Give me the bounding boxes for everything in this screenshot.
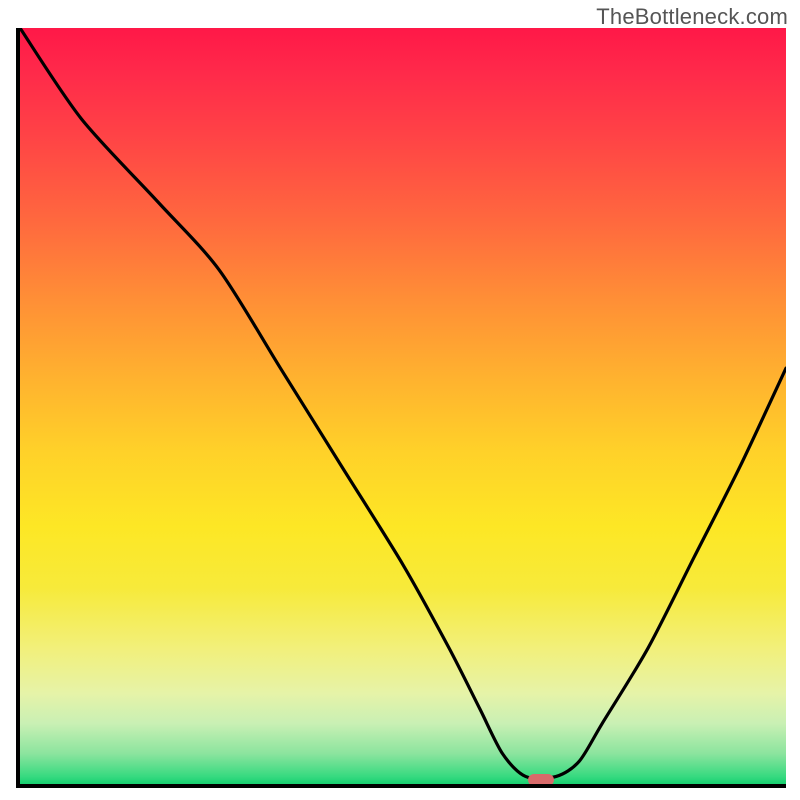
optimal-marker xyxy=(528,774,554,786)
bottleneck-curve-path xyxy=(20,28,786,778)
watermark-text: TheBottleneck.com xyxy=(596,4,788,30)
curve-layer xyxy=(20,28,786,784)
chart-container: TheBottleneck.com xyxy=(0,0,800,800)
plot-area xyxy=(16,28,786,788)
